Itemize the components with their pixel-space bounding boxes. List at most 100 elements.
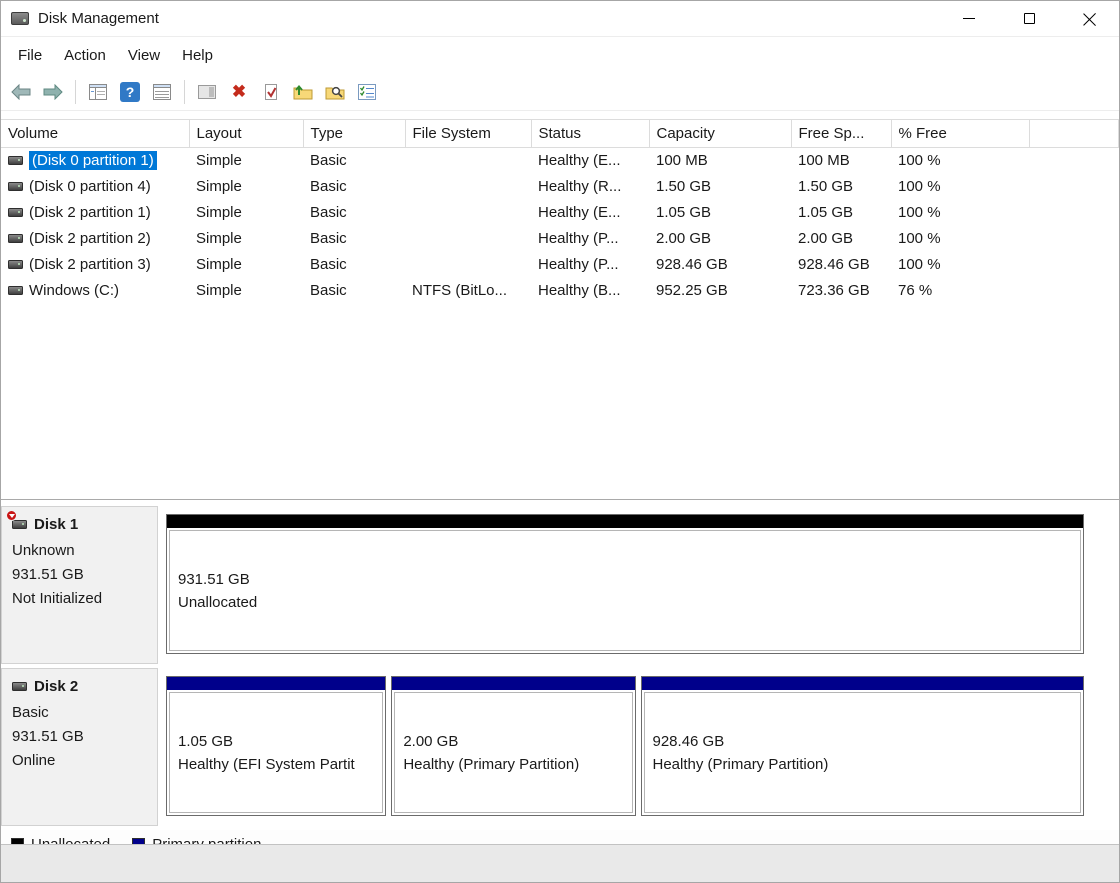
show-console-tree-button[interactable] — [83, 78, 113, 106]
disk-2-header[interactable]: Disk 2 Basic 931.51 GB Online — [1, 668, 158, 826]
minimize-button[interactable] — [939, 1, 999, 36]
primary-partition-band — [392, 677, 635, 690]
column-header-empty — [1029, 119, 1119, 148]
maximize-icon — [1023, 13, 1035, 24]
cell-pct-free: 76 % — [898, 282, 933, 299]
partition-box-efi[interactable]: 1.05 GB Healthy (EFI System Partit — [166, 676, 387, 816]
cell-free-space: 1.05 GB — [798, 204, 854, 221]
disk-management-window: Disk Management File Action View Help ? … — [0, 0, 1120, 883]
table-row[interactable]: (Disk 2 partition 2) Simple Basic Health… — [1, 226, 1119, 252]
help-icon: ? — [120, 81, 140, 102]
table-header-row: Volume Layout Type File System Status Ca… — [1, 119, 1119, 148]
toolbar-separator — [184, 79, 185, 104]
column-header-capacity[interactable]: Capacity — [649, 119, 792, 148]
partition-box-primary-1[interactable]: 2.00 GB Healthy (Primary Partition) — [391, 676, 636, 816]
menu-file[interactable]: File — [7, 40, 53, 71]
column-header-volume[interactable]: Volume — [1, 119, 190, 148]
partition-size: 1.05 GB — [178, 732, 234, 750]
cell-type: Basic — [310, 230, 347, 247]
disk-state: Online — [12, 752, 56, 769]
cell-status: Healthy (E... — [538, 204, 621, 221]
column-header-type[interactable]: Type — [303, 119, 406, 148]
export-list-button[interactable] — [147, 78, 177, 106]
cell-free-space: 2.00 GB — [798, 230, 854, 247]
cell-capacity: 1.05 GB — [656, 204, 712, 221]
volume-name: (Disk 0 partition 1) — [29, 151, 157, 171]
cell-file-system — [405, 148, 531, 174]
legend-label: Unallocated — [31, 835, 111, 845]
toolbar-separator — [75, 79, 76, 104]
cell-pct-free: 100 % — [898, 230, 941, 247]
disk-1-graph: 931.51 GB Unallocated — [158, 506, 1119, 664]
volume-name: (Disk 2 partition 3) — [29, 256, 151, 273]
volume-icon — [8, 260, 23, 269]
cell-capacity: 952.25 GB — [656, 282, 728, 299]
cell-free-space: 723.36 GB — [798, 282, 870, 299]
open-button[interactable] — [288, 78, 318, 106]
table-row[interactable]: Windows (C:) Simple Basic NTFS (BitLo...… — [1, 278, 1119, 304]
column-header-layout[interactable]: Layout — [189, 119, 304, 148]
maximize-button[interactable] — [999, 1, 1059, 36]
legend-item-primary-partition: Primary partition — [132, 836, 261, 844]
cell-layout: Simple — [196, 204, 242, 221]
cell-pct-free: 100 % — [898, 204, 941, 221]
table-row[interactable]: (Disk 2 partition 1) Simple Basic Health… — [1, 200, 1119, 226]
table-row[interactable]: (Disk 0 partition 4) Simple Basic Health… — [1, 174, 1119, 200]
window-controls — [939, 1, 1119, 36]
delete-volume-button[interactable]: ✖ — [224, 78, 254, 106]
cell-status: Healthy (R... — [538, 178, 622, 195]
legend-bar: Unallocated Primary partition — [1, 830, 1119, 844]
minimize-icon — [963, 17, 975, 20]
table-row[interactable]: (Disk 2 partition 3) Simple Basic Health… — [1, 252, 1119, 278]
close-button[interactable] — [1059, 1, 1119, 36]
volume-icon — [8, 286, 23, 295]
disk-1-header[interactable]: Disk 1 Unknown 931.51 GB Not Initialized — [1, 506, 158, 664]
column-header-pct-free[interactable]: % Free — [891, 119, 1030, 148]
disk-state: Not Initialized — [12, 590, 103, 607]
cell-status: Healthy (B... — [538, 282, 621, 299]
column-header-file-system[interactable]: File System — [405, 119, 532, 148]
cell-layout: Simple — [196, 256, 242, 273]
cell-pct-free: 100 % — [898, 256, 941, 273]
cell-file-system — [405, 252, 531, 278]
table-row[interactable]: (Disk 0 partition 1) Simple Basic Health… — [1, 148, 1119, 174]
cell-status: Healthy (P... — [538, 230, 619, 247]
cell-type: Basic — [310, 152, 347, 170]
show-action-pane-button[interactable] — [192, 78, 222, 106]
mark-active-button[interactable] — [256, 78, 286, 106]
toolbar: ? ✖ — [1, 73, 1119, 111]
properties-button[interactable] — [352, 78, 382, 106]
help-button[interactable]: ? — [115, 78, 145, 106]
cell-capacity: 928.46 GB — [656, 256, 728, 273]
menu-help[interactable]: Help — [171, 40, 224, 71]
menu-action[interactable]: Action — [53, 40, 117, 71]
cell-file-system — [405, 200, 531, 226]
primary-partition-band — [641, 677, 1083, 690]
legend-item-unallocated: Unallocated — [11, 835, 111, 845]
cell-free-space: 928.46 GB — [798, 256, 870, 273]
volume-icon — [8, 234, 23, 243]
disk-2-graph: 1.05 GB Healthy (EFI System Partit 2.00 … — [158, 668, 1119, 826]
disk-management-app-icon — [11, 12, 29, 25]
column-header-free-space[interactable]: Free Sp... — [791, 119, 892, 148]
cell-type: Basic — [310, 204, 347, 221]
back-icon — [11, 83, 31, 100]
volume-icon — [8, 208, 23, 217]
column-header-status[interactable]: Status — [531, 119, 650, 148]
cell-layout: Simple — [196, 230, 242, 247]
menu-view[interactable]: View — [117, 40, 171, 71]
close-icon — [1082, 12, 1096, 26]
cell-pct-free: 100 % — [898, 152, 941, 170]
export-list-icon — [153, 83, 171, 100]
forward-icon — [43, 83, 63, 100]
partition-status: Healthy (Primary Partition) — [403, 755, 580, 773]
back-button[interactable] — [6, 78, 36, 106]
volume-icon — [8, 156, 23, 166]
disk-1-icon — [6, 510, 27, 533]
cell-status: Healthy (P... — [538, 256, 619, 273]
explore-button[interactable] — [320, 78, 350, 106]
forward-button[interactable] — [38, 78, 68, 106]
partition-box-unallocated[interactable]: 931.51 GB Unallocated — [166, 514, 1084, 654]
partition-box-primary-2[interactable]: 928.46 GB Healthy (Primary Partition) — [640, 676, 1084, 816]
disk-size: 931.51 GB — [12, 728, 84, 745]
